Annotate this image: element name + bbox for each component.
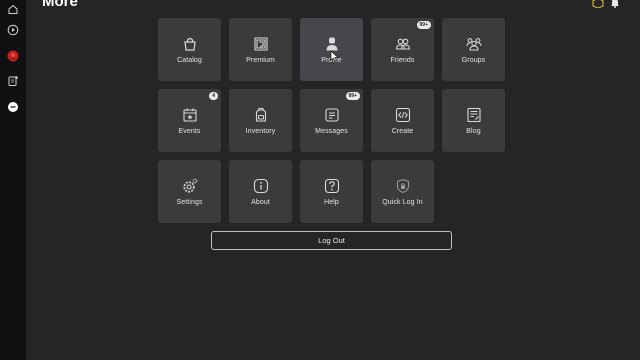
tile-events[interactable]: 4 Events: [158, 89, 221, 152]
discover-button[interactable]: [4, 21, 22, 39]
tile-label: Inventory: [245, 128, 276, 135]
tile-quick-log-in[interactable]: Quick Log In: [371, 160, 434, 223]
question-mark-icon: [323, 177, 341, 195]
premium-icon: [252, 35, 270, 53]
gear-icon: [181, 177, 199, 195]
groups-icon: [465, 35, 483, 53]
avatar-icon: [7, 50, 19, 62]
tile-create[interactable]: Create: [371, 89, 434, 152]
backpack-icon: [252, 106, 270, 124]
shield-lock-icon: [394, 177, 412, 195]
friends-icon: [394, 35, 412, 53]
tile-blog[interactable]: Blog: [442, 89, 505, 152]
tile-label: Groups: [461, 57, 486, 64]
tile-groups[interactable]: Groups: [442, 18, 505, 81]
home-button[interactable]: [4, 0, 22, 18]
events-count-badge: 4: [209, 92, 218, 100]
info-icon: [252, 177, 270, 195]
page-title: More: [42, 0, 78, 10]
tile-friends[interactable]: 99+ Friends: [371, 18, 434, 81]
tile-label: About: [251, 199, 270, 206]
messages-count-badge: 99+: [345, 92, 360, 100]
tile-label: Messages: [315, 128, 348, 135]
home-icon: [8, 4, 18, 14]
message-icon: [323, 106, 341, 124]
play-icon: [7, 24, 19, 36]
tile-inventory[interactable]: Inventory: [229, 89, 292, 152]
tile-profile[interactable]: Profile: [300, 18, 363, 81]
notification-bell-icon[interactable]: [609, 0, 621, 8]
tile-label: Settings: [176, 199, 203, 206]
more-icon: [8, 102, 18, 112]
blog-icon: [465, 106, 483, 124]
code-icon: [394, 106, 412, 124]
more-button[interactable]: [4, 98, 22, 116]
tile-messages[interactable]: 99+ Messages: [300, 89, 363, 152]
tile-label: Help: [324, 199, 339, 206]
tile-label: Friends: [390, 57, 415, 64]
tile-label: Premium: [246, 57, 275, 64]
catalog-nav-button[interactable]: [4, 72, 22, 90]
shopping-bag-icon: [181, 35, 199, 53]
tile-premium[interactable]: Premium: [229, 18, 292, 81]
mouse-pointer-icon: [330, 50, 339, 62]
calendar-star-icon: [181, 106, 199, 124]
avatar-button[interactable]: [4, 47, 22, 65]
tile-help[interactable]: Help: [300, 160, 363, 223]
left-nav-rail: [0, 0, 26, 360]
tile-catalog[interactable]: Catalog: [158, 18, 221, 81]
catalog-nav-icon: [8, 76, 18, 86]
log-out-button[interactable]: Log Out: [211, 231, 452, 250]
tile-about[interactable]: About: [229, 160, 292, 223]
app-window: More Catalog Premium Profile 99+ Friends…: [0, 0, 640, 360]
tile-settings[interactable]: Settings: [158, 160, 221, 223]
tile-label: Catalog: [177, 57, 202, 64]
tile-label: Blog: [466, 128, 481, 135]
robux-icon[interactable]: [592, 0, 604, 8]
tile-label: Events: [178, 128, 201, 135]
tile-label: Create: [391, 128, 414, 135]
friends-count-badge: 99+: [416, 21, 431, 29]
tile-label: Quick Log In: [382, 199, 423, 206]
more-menu-grid: Catalog Premium Profile 99+ Friends Grou…: [158, 18, 505, 223]
